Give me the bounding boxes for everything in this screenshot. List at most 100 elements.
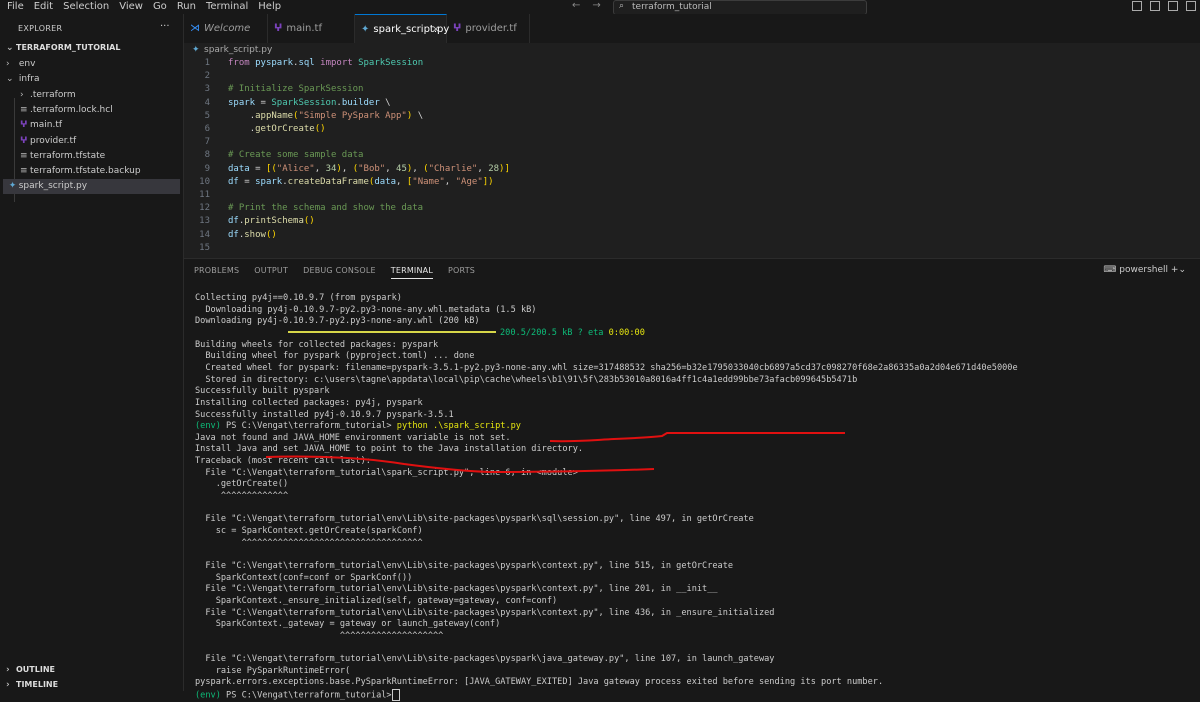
- tree-item-label: terraform.tfstate: [30, 151, 106, 161]
- toggle-secondary-sidebar-icon[interactable]: [1168, 1, 1178, 11]
- code-line[interactable]: 9 data = [("Alice", 34), ("Bob", 45), ("C…: [184, 163, 510, 176]
- editor-tabs: ⋊ Welcome ⵖ main.tf ✦ spark_script.py × ⵖ pro…: [184, 14, 1200, 44]
- layout-controls: [1132, 1, 1196, 11]
- menu-edit[interactable]: Edit: [29, 0, 58, 13]
- terminal-text: PS C:\Vengat\terraform_tutorial>: [226, 690, 392, 701]
- code-line[interactable]: 7: [184, 136, 228, 149]
- toggle-sidebar-icon[interactable]: [1132, 1, 1142, 11]
- file-lines-icon: ≡: [20, 151, 28, 161]
- code-line[interactable]: 13 df.printSchema(): [184, 215, 315, 228]
- tab-label: Welcome: [204, 23, 251, 34]
- line-number: 14: [199, 229, 210, 240]
- code-line[interactable]: 14 df.show(): [184, 229, 277, 242]
- tab-label: main.tf: [286, 23, 322, 34]
- red-underline-2: [265, 455, 655, 474]
- root-folder-label: TERRAFORM_TUTORIAL: [16, 43, 121, 52]
- terminal-text: (env): [195, 690, 227, 701]
- menu-go[interactable]: Go: [148, 0, 172, 13]
- tree-item-spark-script[interactable]: ✦ spark_script.py: [3, 179, 180, 194]
- chevron-right-icon: ›: [6, 665, 10, 675]
- tab-label: provider.tf: [465, 23, 517, 34]
- code-line[interactable]: 4 spark = SparkSession.builder \: [184, 97, 391, 110]
- terraform-icon: ⵖ: [274, 23, 283, 34]
- menu-run[interactable]: Run: [172, 0, 201, 13]
- code-line[interactable]: 15: [184, 242, 228, 255]
- menu-help[interactable]: Help: [253, 0, 286, 13]
- line-number: 11: [199, 190, 210, 200]
- code-line[interactable]: 6 .getOrCreate(): [184, 123, 326, 136]
- tree-item-label: main.tf: [30, 120, 63, 130]
- code-text: df.printSchema(): [228, 216, 315, 227]
- tab-provider-tf[interactable]: ⵖ provider.tf: [447, 14, 530, 43]
- python-icon: ✦: [8, 181, 17, 191]
- code-line[interactable]: 12 # Print the schema and show the data: [184, 202, 423, 215]
- line-number: 3: [204, 84, 210, 95]
- explorer-header: EXPLORER: [18, 24, 63, 33]
- code-line[interactable]: 8 # Create some sample data: [184, 149, 364, 162]
- python-icon: ✦: [361, 24, 370, 35]
- terraform-icon: ⵖ: [20, 120, 28, 130]
- terraform-icon: ⵖ: [453, 23, 462, 34]
- file-lines-icon: ≡: [20, 166, 28, 176]
- line-number: 5: [204, 110, 210, 121]
- menu-view[interactable]: View: [114, 0, 148, 13]
- customize-layout-icon[interactable]: [1186, 1, 1196, 11]
- terraform-icon: ⵖ: [20, 136, 28, 146]
- tree-item-dot-terraform[interactable]: › .terraform: [20, 88, 76, 103]
- code-line[interactable]: 5 .appName("Simple PySpark App") \: [184, 110, 424, 123]
- code-text: spark = SparkSession.builder \: [228, 97, 391, 108]
- tab-main-tf[interactable]: ⵖ main.tf: [268, 14, 355, 43]
- command-center-search[interactable]: ⌕ terraform_tutorial: [613, 0, 867, 15]
- tree-item-lock-hcl[interactable]: ≡ .terraform.lock.hcl: [20, 103, 113, 118]
- tree-item-infra[interactable]: ⌄ infra: [6, 72, 39, 87]
- code-line[interactable]: 2: [184, 70, 228, 83]
- tree-item-main-tf[interactable]: ⵖ main.tf: [20, 118, 62, 133]
- nav-arrows: ←→: [572, 0, 613, 11]
- chevron-down-icon: ⌄: [6, 43, 14, 53]
- code-text: # Create some sample data: [228, 150, 364, 161]
- tab-welcome[interactable]: ⋊ Welcome: [184, 14, 268, 43]
- toggle-panel-icon[interactable]: [1150, 1, 1160, 11]
- tree-item-tfstate-backup[interactable]: ≡ terraform.tfstate.backup: [20, 164, 141, 179]
- menu-file[interactable]: File: [2, 0, 29, 13]
- tree-item-env[interactable]: › env: [6, 57, 35, 72]
- title-bar: File Edit Selection View Go Run Terminal…: [0, 0, 1200, 15]
- tree-item-label: spark_script.py: [18, 181, 88, 191]
- more-actions-icon[interactable]: ···: [160, 21, 170, 32]
- code-editor[interactable]: ✦ spark_script.py 1 from pyspark.sql impor…: [184, 43, 1200, 258]
- timeline-section[interactable]: › TIMELINE: [6, 680, 58, 690]
- breadcrumb[interactable]: ✦ spark_script.py: [192, 45, 272, 55]
- code-line[interactable]: 1 from pyspark.sql import SparkSession: [184, 57, 424, 70]
- close-icon[interactable]: ×: [432, 15, 440, 45]
- menu-terminal[interactable]: Terminal: [201, 0, 253, 13]
- tree-item-tfstate[interactable]: ≡ terraform.tfstate: [20, 149, 105, 164]
- tree-item-label: provider.tf: [30, 136, 77, 146]
- code-line[interactable]: 10 df = spark.createDataFrame(data, ["Nam…: [184, 176, 493, 189]
- tab-spark-script[interactable]: ✦ spark_script.py ×: [355, 14, 449, 45]
- code-text: data = [("Alice", 34), ("Bob", 45), ("Ch…: [228, 163, 510, 174]
- menu-selection[interactable]: Selection: [58, 0, 114, 13]
- explorer-root-folder[interactable]: ⌄ TERRAFORM_TUTORIAL: [6, 43, 120, 53]
- line-number: 4: [204, 97, 210, 108]
- bottom-panel: PROBLEMS OUTPUT DEBUG CONSOLE TERMINAL P…: [184, 258, 1200, 702]
- line-number: 15: [199, 242, 210, 253]
- line-number: 6: [204, 124, 210, 134]
- code-text: # Initialize SparkSession: [228, 84, 364, 95]
- chevron-right-icon: ›: [20, 90, 24, 100]
- line-number: 2: [204, 71, 210, 82]
- menu-bar: File Edit Selection View Go Run Terminal…: [2, 0, 286, 13]
- line-number: 12: [199, 203, 210, 214]
- code-text: df.show(): [228, 229, 277, 240]
- outline-section[interactable]: › OUTLINE: [6, 665, 55, 675]
- forward-arrow-icon[interactable]: →: [592, 0, 612, 11]
- back-arrow-icon[interactable]: ←: [572, 0, 592, 11]
- tree-item-provider-tf[interactable]: ⵖ provider.tf: [20, 134, 76, 149]
- outline-label: OUTLINE: [16, 665, 55, 674]
- tree-item-label: .terraform.lock.hcl: [30, 105, 113, 115]
- code-line[interactable]: 3 # Initialize SparkSession: [184, 83, 364, 96]
- tree-item-label: .terraform: [30, 90, 76, 100]
- line-number: 1: [204, 58, 210, 68]
- code-line[interactable]: 11: [184, 189, 228, 202]
- tree-item-label: infra: [18, 74, 40, 84]
- chevron-right-icon: ›: [6, 59, 10, 69]
